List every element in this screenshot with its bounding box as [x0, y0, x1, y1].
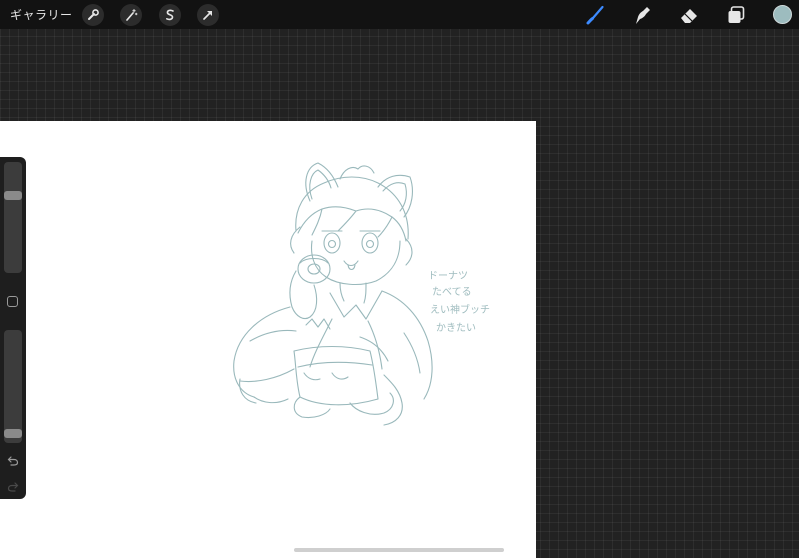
paint-tool-button[interactable]: [583, 3, 607, 27]
brush-sidebar: [0, 157, 26, 499]
layers-button[interactable]: [724, 3, 748, 27]
actions-button[interactable]: [82, 4, 104, 26]
selection-button[interactable]: [159, 4, 181, 26]
note-line-2: たべてる: [432, 286, 472, 298]
note-line-3: えい神ブッチ: [430, 303, 490, 316]
color-picker-button[interactable]: [773, 5, 792, 24]
opacity-slider[interactable]: [4, 330, 22, 443]
home-indicator[interactable]: [294, 548, 504, 552]
magic-wand-icon: [126, 9, 138, 21]
eraser-tool-button[interactable]: [677, 3, 701, 27]
smudge-icon: [636, 7, 650, 24]
brush-size-slider-thumb[interactable]: [4, 191, 22, 200]
brush-size-slider[interactable]: [4, 162, 22, 273]
redo-button[interactable]: [4, 479, 22, 495]
wrench-icon: [88, 9, 99, 20]
layers-icon: [728, 6, 745, 23]
note-line-1: ドーナツ: [428, 270, 468, 282]
gallery-button[interactable]: ギャラリー: [10, 5, 73, 25]
modify-button[interactable]: [7, 296, 18, 307]
eraser-icon: [681, 9, 697, 23]
top-toolbar: ギャラリー: [0, 0, 799, 29]
opacity-slider-thumb[interactable]: [4, 429, 22, 438]
smudge-tool-button[interactable]: [630, 3, 654, 27]
drawing-canvas[interactable]: ドーナツ たべてる えい神ブッチ かきたい: [0, 121, 536, 558]
selection-s-icon: [166, 9, 174, 21]
brush-icon: [586, 5, 604, 25]
redo-arrow-icon: [7, 482, 19, 492]
sketch-artwork: ドーナツ たべてる えい神ブッチ かきたい: [233, 162, 490, 426]
adjustments-button[interactable]: [120, 4, 142, 26]
arrow-cursor-icon: [203, 11, 212, 20]
undo-arrow-icon: [7, 456, 19, 466]
transform-button[interactable]: [197, 4, 219, 26]
undo-button[interactable]: [4, 453, 22, 469]
note-line-4: かきたい: [436, 322, 476, 334]
